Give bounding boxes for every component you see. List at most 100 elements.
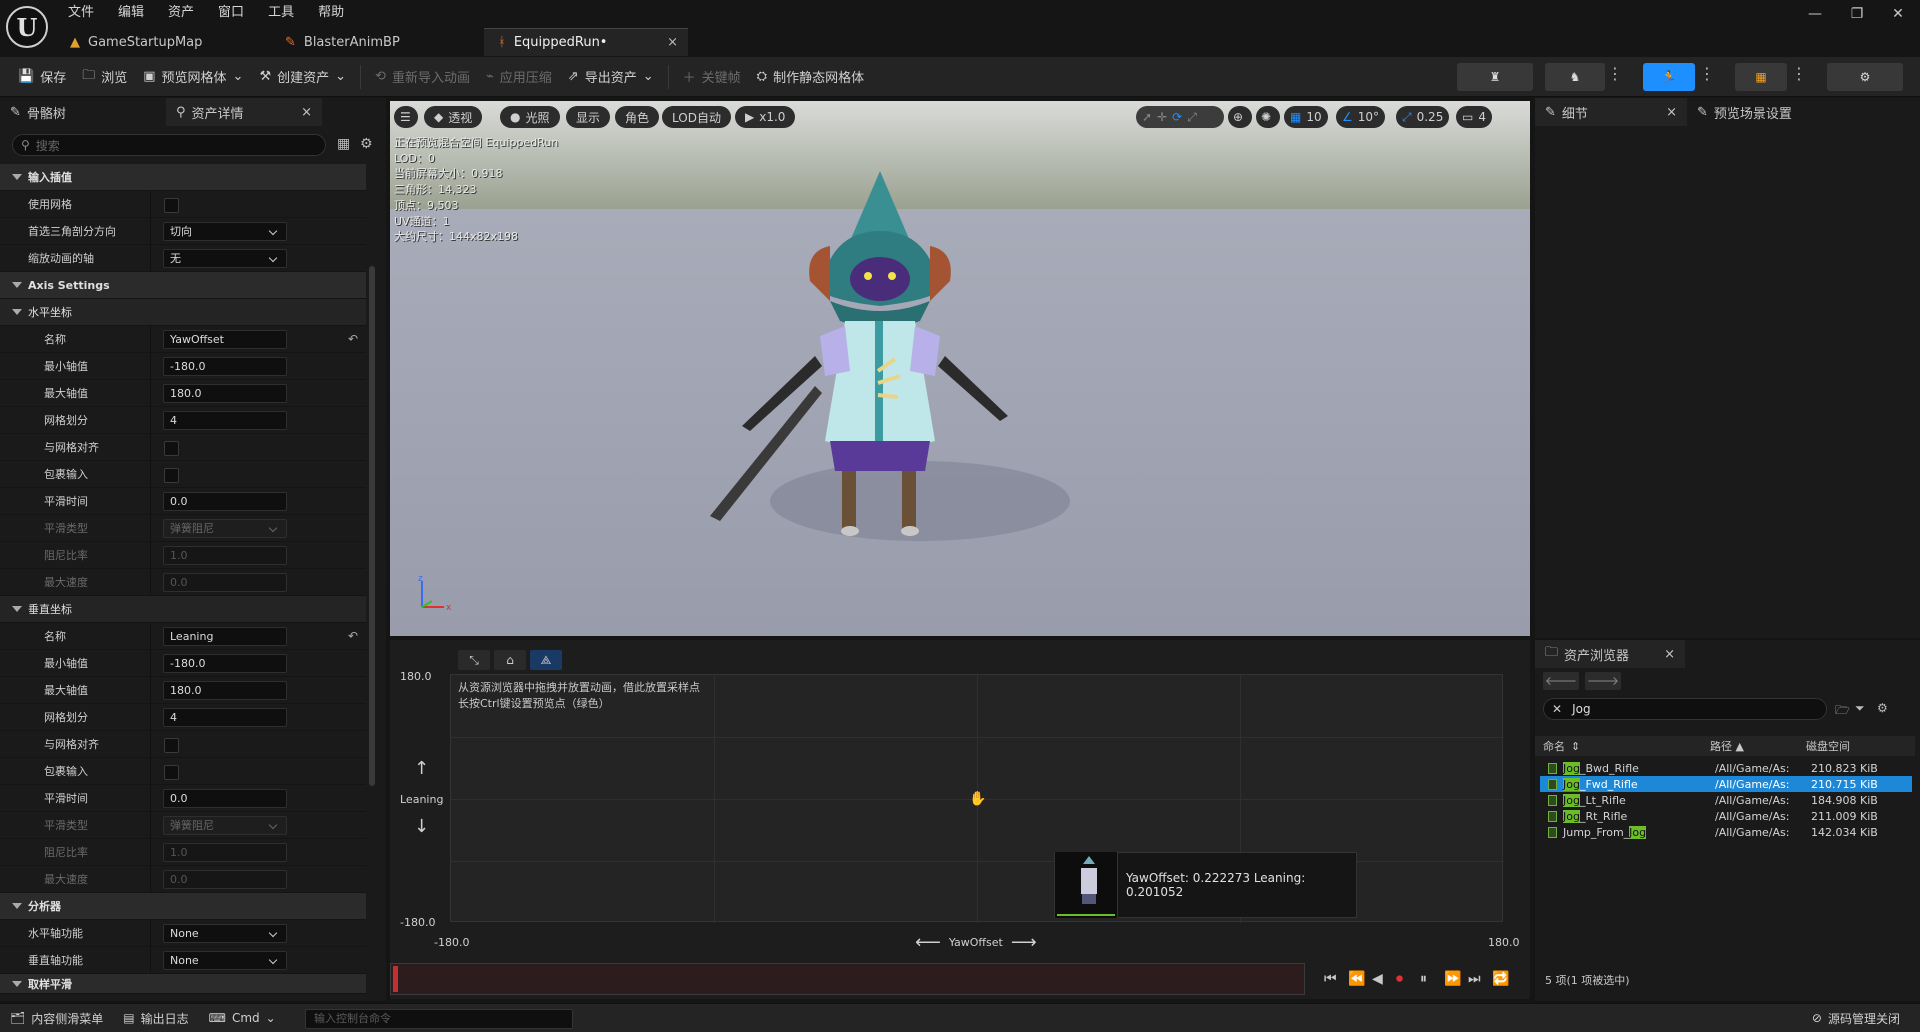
more-options-icon[interactable]: ⋮ [1699,64,1715,83]
h-smooth-time-input[interactable]: 0.0 [163,492,287,511]
preferred-triangulation-dropdown[interactable]: 切向 [163,222,287,241]
apply-compression-button[interactable]: ⌁ 应用压缩 [478,62,560,92]
list-item[interactable]: Jog_Bwd_Rifle /All/Game/As: 210.823 KiB [1540,760,1912,776]
list-item[interactable]: Jog_Rt_Rifle /All/Game/As: 211.009 KiB [1540,808,1912,824]
step-forward-icon[interactable]: ⏩ [1444,971,1461,987]
skeleton-mode-button[interactable]: ♜ [1457,63,1533,91]
tab-asset-details[interactable]: ⚲ 资产详情 × [166,98,322,126]
export-asset-button[interactable]: ⇗ 导出资产 ⌄ [560,62,662,92]
v-grid-divisions-input[interactable]: 4 [163,708,287,727]
menu-window[interactable]: 窗口 [206,2,256,24]
perspective-button[interactable]: ◆ 透视 [424,106,483,128]
column-size[interactable]: 磁盘空间 [1800,738,1895,754]
pause-icon[interactable]: ⏸ [1420,971,1427,987]
scale-snap-button[interactable]: ⤢ 0.25 [1396,106,1450,128]
minimize-icon[interactable]: — [1795,6,1835,28]
asset-search-input[interactable]: ✕ Jog [1543,698,1827,720]
reset-arrow-icon[interactable]: ↶ [348,332,358,346]
column-path[interactable]: 路径 ▲ [1710,738,1800,754]
back-arrow-icon[interactable]: 🡐 [1543,672,1579,690]
console-command-input[interactable]: 输入控制台命令 [305,1009,573,1029]
h-axis-function-dropdown[interactable]: None [163,924,287,943]
v-wrap-input-checkbox[interactable] [164,765,179,780]
list-item[interactable]: Jump_From_Jog /All/Game/As: 142.034 KiB [1540,824,1912,840]
blend-space-grid[interactable]: 从资源浏览器中拖拽并放置动画，借此放置采样点 长按Ctrl键设置预览点（绿色） … [450,674,1504,923]
preview-mesh-button[interactable]: ▣ 预览网格体 ⌄ [135,62,251,92]
more-options-icon[interactable]: ⋮ [1607,64,1623,83]
camera-speed-button[interactable]: ▭ 4 [1456,106,1492,128]
h-axis-min-input[interactable]: -180.0 [163,357,287,376]
cmd-dropdown[interactable]: ⌨ Cmd ⌄ [199,1004,286,1032]
triangulation-button[interactable]: ⟁ [530,650,562,670]
list-item[interactable]: Jog_Lt_Rifle /All/Game/As: 184.908 KiB [1540,792,1912,808]
create-asset-button[interactable]: ⚒ 创建资产 ⌄ [251,62,354,92]
save-button[interactable]: 💾 保存 [10,62,74,92]
table-view-icon[interactable]: ▦ [337,136,350,152]
browse-button[interactable]: 🗀 浏览 [74,62,135,92]
menu-tools[interactable]: 工具 [256,2,306,24]
output-log-button[interactable]: ▤ 输出日志 [113,1004,198,1032]
play-reverse-icon[interactable]: ◀ [1372,971,1383,987]
record-icon[interactable]: ⏺ [1396,971,1403,987]
tab-blasteranimbp[interactable]: ✎ BlasterAnimBP [271,28,484,56]
more-options-icon[interactable]: ⋮ [1791,64,1807,83]
loop-icon[interactable]: 🔁 [1492,971,1509,987]
section-analysis[interactable]: 分析器 [0,893,366,920]
source-control-button[interactable]: ⊘ 源码管理关闭 [1802,1004,1910,1032]
menu-help[interactable]: 帮助 [306,2,356,24]
fit-view-button[interactable]: ⤡ [458,650,490,670]
v-smooth-time-input[interactable]: 0.0 [163,789,287,808]
section-vertical-axis[interactable]: 垂直坐标 [0,596,366,623]
column-name[interactable]: 命名 ⇕ [1535,738,1710,754]
close-tab-icon[interactable]: × [667,35,678,50]
folder-icon[interactable]: 🗁 [1835,701,1850,722]
details-search-input[interactable]: ⚲ 搜索 [12,134,326,156]
translate-icon[interactable]: ✛ [1157,110,1167,124]
physics-mode-button[interactable]: ⚙ [1827,63,1903,91]
lod-button[interactable]: LOD自动 [662,106,731,128]
h-snap-grid-checkbox[interactable] [164,441,179,456]
skip-to-start-icon[interactable]: ⏮ [1324,971,1337,987]
v-damping-input[interactable]: 1.0 [163,843,287,862]
h-damping-input[interactable]: 1.0 [163,546,287,565]
section-input-interpolation[interactable]: 输入插值 [0,164,366,191]
list-item[interactable]: Jog_Fwd_Rifle /All/Game/As: 210.715 KiB [1540,776,1912,792]
h-max-speed-input[interactable]: 0.0 [163,573,287,592]
v-axis-function-dropdown[interactable]: None [163,951,287,970]
preview-viewport[interactable]: ☰ ◆ 透视 ● 光照 显示 角色 LOD自动 ▶ x1.0 ➚ ✛ ⟳ ⤢ ⊕ ✺ … [390,101,1530,636]
close-tab-icon[interactable]: × [1666,105,1677,120]
tab-gamestartupmap[interactable]: ▲ GameStartupMap [56,28,271,56]
rotate-icon[interactable]: ⟳ [1172,110,1182,124]
select-icon[interactable]: ➚ [1142,110,1152,124]
v-max-speed-input[interactable]: 0.0 [163,870,287,889]
tab-details[interactable]: ✎ 细节 × [1535,98,1687,126]
menu-asset[interactable]: 资产 [156,2,206,24]
h-wrap-input-checkbox[interactable] [164,468,179,483]
section-sample-smoothing[interactable]: 取样平滑 [0,974,366,994]
reimport-button[interactable]: ⟲ 重新导入动画 [367,62,478,92]
tab-skeleton-tree[interactable]: ✎ 骨骼树 [0,98,166,126]
step-back-icon[interactable]: ⏪ [1348,971,1365,987]
surface-snap-button[interactable]: ✺ [1256,106,1280,128]
close-tab-icon[interactable]: × [1664,647,1675,662]
tab-preview-scene-settings[interactable]: ✎ 预览场景设置 [1687,98,1867,126]
blueprint-mode-button[interactable]: ▦ [1735,63,1787,91]
grid-snap-button[interactable]: ▦ 10 [1284,106,1328,128]
settings-gear-icon[interactable]: ⚙ [360,136,373,152]
tag-button[interactable]: ⌂ [494,650,526,670]
viewport-menu-button[interactable]: ☰ [394,106,418,128]
make-static-mesh-button[interactable]: ⛭ 制作静态网格体 [749,62,872,92]
lit-mode-button[interactable]: ● 光照 [500,106,560,128]
keyframe-button[interactable]: ＋ 关键帧 [675,62,749,92]
menu-edit[interactable]: 编辑 [106,2,156,24]
filter-icon[interactable]: ⏷ [1855,701,1865,716]
mesh-mode-button[interactable]: ♞ [1545,63,1605,91]
restore-icon[interactable]: ❐ [1837,6,1877,28]
h-axis-max-input[interactable]: 180.0 [163,384,287,403]
unreal-logo[interactable]: U [6,6,48,48]
close-window-icon[interactable]: ✕ [1878,6,1918,28]
show-button[interactable]: 显示 [566,106,611,128]
playhead[interactable] [393,966,398,992]
menu-file[interactable]: 文件 [56,2,106,24]
reset-arrow-icon[interactable]: ↶ [348,629,358,643]
